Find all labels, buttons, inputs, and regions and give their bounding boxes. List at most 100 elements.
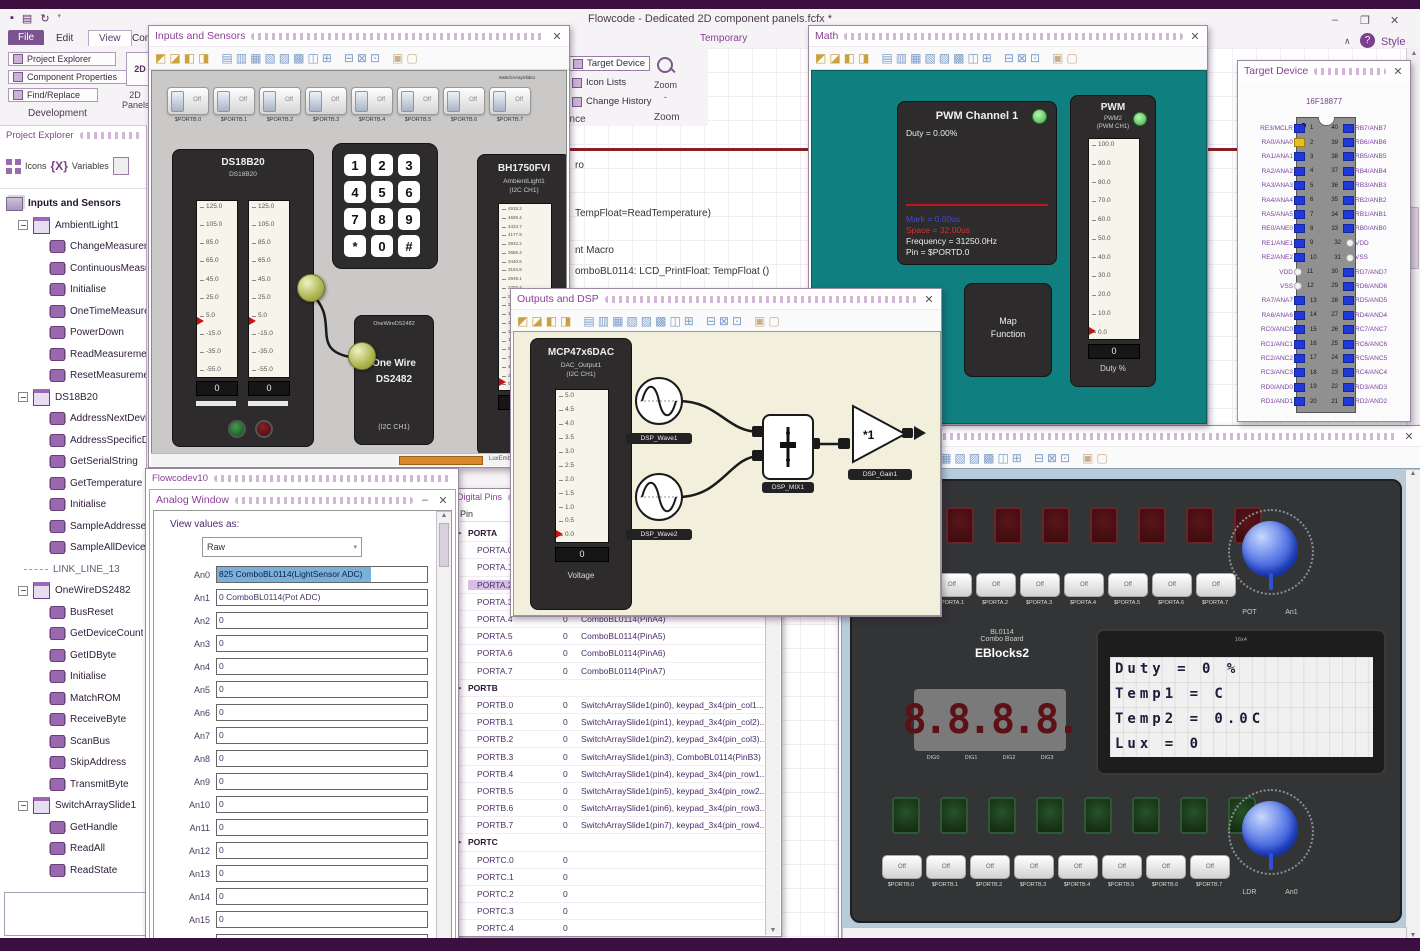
off-button[interactable]: Off bbox=[882, 855, 922, 879]
toolbar-icon[interactable]: ▢ bbox=[768, 315, 779, 327]
component-properties-button[interactable]: Component Properties bbox=[8, 70, 130, 84]
close-icon[interactable]: ✕ bbox=[1392, 65, 1404, 78]
toolbar-icon[interactable]: ▤ bbox=[583, 315, 594, 327]
chip-pin-row[interactable]: RA1/ANA1 3 38 RB5/ANB5 bbox=[1241, 150, 1407, 164]
switch-knob[interactable] bbox=[401, 91, 414, 112]
toolbar-icon[interactable]: ◫ bbox=[997, 452, 1008, 464]
toolbar-icon[interactable]: ▤ bbox=[881, 52, 892, 64]
digital-pin-row[interactable]: PORTA.5 0 ComboBL0114(PinA5) bbox=[452, 628, 765, 646]
toolbar-icon[interactable]: ⊠ bbox=[1017, 52, 1027, 64]
dsp-panel-2d[interactable]: MCP47x6DAC DAC_Output1 (I2C CH1) 5.0 4.5 4… bbox=[513, 331, 941, 616]
tree-item[interactable]: GetDeviceCount bbox=[0, 623, 146, 645]
toolbar-icon[interactable]: ▥ bbox=[598, 315, 609, 327]
slide-switch[interactable]: Off $PORTB.4 bbox=[350, 87, 394, 123]
analog-channel-row[interactable]: An6 0 bbox=[162, 701, 434, 724]
toolbar-icon[interactable]: ▨ bbox=[279, 52, 290, 64]
toolbar-icon[interactable]: ⊟ bbox=[706, 315, 716, 327]
tree-item[interactable]: SampleAllDevices bbox=[0, 537, 146, 559]
channel-value-field[interactable]: 0 bbox=[216, 635, 428, 652]
tree-item[interactable]: OneWireDS2482 bbox=[0, 580, 146, 602]
keypad-key[interactable]: # bbox=[398, 235, 420, 257]
minimize-icon[interactable]: – bbox=[419, 494, 431, 506]
slide-switch[interactable]: Off $PORTB.5 bbox=[396, 87, 440, 123]
icon-lists-toggle[interactable]: Icon Lists bbox=[572, 77, 626, 88]
channel-value-field[interactable]: 0 bbox=[216, 727, 428, 744]
icons-grid-icon[interactable] bbox=[6, 158, 21, 174]
digital-pin-row[interactable]: PORTB.1 0 SwitchArraySlide1(pin1), keypa… bbox=[452, 714, 765, 732]
toolbar-icon[interactable]: ▧ bbox=[264, 52, 275, 64]
tree-item[interactable]: ScanBus bbox=[0, 731, 146, 753]
analog-channel-row[interactable]: An10 0 bbox=[162, 793, 434, 816]
analog-channel-row[interactable]: An14 0 bbox=[162, 885, 434, 908]
knob-ball[interactable] bbox=[1242, 801, 1298, 857]
channel-value-field[interactable]: 0 bbox=[216, 612, 428, 629]
scroll-down-icon[interactable]: ▼ bbox=[766, 927, 780, 934]
tree-item[interactable]: GetSerialString bbox=[0, 451, 146, 473]
analog-channel-row[interactable]: An12 0 bbox=[162, 839, 434, 862]
scroll-up-icon[interactable]: ▲ bbox=[1407, 48, 1420, 57]
port-switch[interactable]: Off $PORTB.0 bbox=[882, 855, 922, 888]
onewire-ds2482-block[interactable]: OneWireDS2482 One Wire DS2482 (I2C CH1) bbox=[354, 315, 434, 445]
digital-pin-row[interactable]: PORTA.6 0 ComboBL0114(PinA6) bbox=[452, 645, 765, 663]
switch-knob[interactable] bbox=[171, 91, 184, 112]
expander-icon[interactable] bbox=[18, 220, 28, 231]
toolbar-icon[interactable]: ▥ bbox=[236, 52, 247, 64]
digital-pin-row[interactable]: ▸ PORTB bbox=[452, 680, 765, 697]
switch-knob[interactable] bbox=[447, 91, 460, 112]
chip-pin-row[interactable]: RE0/ANE0 8 33 RB0/ANB0 bbox=[1241, 222, 1407, 236]
tree-item[interactable]: PowerDown bbox=[0, 322, 146, 344]
toolbar-icon[interactable]: ⊡ bbox=[1060, 452, 1070, 464]
keypad-key[interactable]: 4 bbox=[344, 181, 366, 203]
tree-item[interactable]: AmbientLight1 bbox=[0, 215, 146, 237]
tree-item[interactable]: AddressSpecificDevice bbox=[0, 430, 146, 452]
zoom-icon[interactable] bbox=[656, 56, 676, 76]
toolbar-icon[interactable]: ⊠ bbox=[719, 315, 729, 327]
digital-pin-row[interactable]: ▸ PORTC bbox=[452, 834, 765, 852]
port-switch[interactable]: Off $PORTB.5 bbox=[1102, 855, 1142, 888]
scroll-thumb[interactable] bbox=[399, 456, 483, 465]
chip-pin-row[interactable]: RC3/ANC3 18 23 RC4/ANC4 bbox=[1241, 366, 1407, 380]
slide-switch[interactable]: Off $PORTB.1 bbox=[212, 87, 256, 123]
variables-icon[interactable]: {X} bbox=[51, 159, 68, 173]
target-device-toggle[interactable]: Target Device bbox=[568, 56, 651, 71]
slide-switch[interactable]: Off $PORTB.3 bbox=[304, 87, 348, 123]
tree-item[interactable]: ReceiveByte bbox=[0, 709, 146, 731]
toolbar-icon[interactable]: ▧ bbox=[924, 52, 935, 64]
digital-pin-row[interactable]: PORTB.4 0 SwitchArraySlide1(pin4), keypa… bbox=[452, 766, 765, 783]
toolbar-icon[interactable]: ▢ bbox=[1066, 52, 1077, 64]
switch-knob[interactable] bbox=[355, 91, 368, 112]
off-button[interactable]: Off bbox=[1064, 573, 1104, 597]
toolbar-icon[interactable]: ▥ bbox=[896, 52, 907, 64]
close-icon[interactable]: ✕ bbox=[551, 30, 563, 43]
tree-item[interactable]: ChangeMeasurementMode bbox=[0, 236, 146, 258]
tree-item[interactable]: ReadAll bbox=[0, 838, 146, 860]
toolbar-icon[interactable]: ◩ bbox=[815, 52, 826, 64]
tree-item[interactable]: DS18B20 bbox=[0, 387, 146, 409]
keypad-block[interactable]: 1 2 3 4 5 6 7 8 9 * 0 # bbox=[332, 143, 438, 269]
tab-view[interactable]: View bbox=[88, 30, 132, 46]
project-explorer-button[interactable]: Project Explorer bbox=[8, 52, 116, 66]
zoom-dash[interactable]: - bbox=[664, 92, 667, 102]
analog-channel-row[interactable]: An0 825 ComboBL0114(LightSensor ADC) bbox=[162, 563, 434, 586]
close-button[interactable]: ✕ bbox=[1390, 14, 1399, 27]
channel-value-field[interactable]: 0 bbox=[216, 796, 428, 813]
toolbar-icon[interactable]: ⊞ bbox=[1012, 452, 1022, 464]
off-button[interactable]: Off bbox=[976, 573, 1016, 597]
channel-value-field[interactable]: 0 bbox=[216, 911, 428, 928]
chip-pin-row[interactable]: RA5/ANA5 7 34 RB1/ANB1 bbox=[1241, 207, 1407, 221]
toolbar-icon[interactable]: ⊡ bbox=[732, 315, 742, 327]
toolbar-icon[interactable]: ▣ bbox=[1052, 52, 1063, 64]
panel-partial-icon[interactable] bbox=[112, 157, 129, 175]
toolbar-icon[interactable]: ◩ bbox=[155, 52, 166, 64]
keypad-key[interactable]: 0 bbox=[371, 235, 393, 257]
port-switch[interactable]: Off $PORTB.3 bbox=[1014, 855, 1054, 888]
onewire-connector[interactable] bbox=[348, 342, 376, 370]
tree-item[interactable]: BusReset bbox=[0, 602, 146, 624]
expander-icon[interactable] bbox=[18, 800, 28, 811]
close-icon[interactable]: ✕ bbox=[1189, 30, 1201, 43]
toolbar-icon[interactable]: ▢ bbox=[406, 52, 417, 64]
chip-pin-row[interactable]: RD1/AND1 20 21 RD2/AND2 bbox=[1241, 394, 1407, 408]
toolbar-icon[interactable]: ⊟ bbox=[344, 52, 354, 64]
switch-knob[interactable] bbox=[309, 91, 322, 112]
tree-item[interactable]: AddressNextDevice bbox=[0, 408, 146, 430]
